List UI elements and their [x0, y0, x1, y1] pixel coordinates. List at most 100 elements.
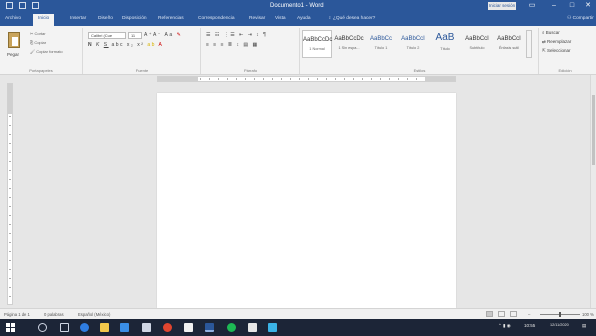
word-icon[interactable] — [205, 323, 214, 332]
zoom-out-icon[interactable]: – — [528, 312, 530, 317]
share-button[interactable]: ⚇ Compartir — [567, 16, 594, 21]
vertical-ruler-ticks — [9, 116, 11, 302]
chrome-icon[interactable] — [163, 323, 172, 332]
ruler-right-margin — [425, 77, 455, 81]
select-icon: ⇱ — [542, 48, 546, 53]
share-icon: ⚇ — [567, 16, 572, 21]
settings-icon[interactable] — [248, 323, 257, 332]
tab-vista[interactable]: Vista — [275, 16, 286, 21]
language-indicator[interactable]: Español (México) — [78, 312, 110, 317]
styles-more-button[interactable] — [526, 30, 532, 58]
zoom-slider-knob[interactable] — [559, 312, 561, 317]
style-title[interactable]: AaB Título — [430, 30, 460, 58]
web-layout-icon[interactable] — [510, 311, 517, 317]
tab-insertar[interactable]: Insertar — [70, 16, 86, 21]
page-count[interactable]: Página 1 de 1 — [4, 312, 30, 317]
copy-button[interactable]: ⎘ Copiar — [30, 40, 46, 45]
cut-button[interactable]: ✂ Cortar — [30, 31, 46, 36]
store-icon[interactable] — [120, 323, 129, 332]
font-family-select[interactable]: Calibri (Cue — [88, 32, 126, 39]
clock-time[interactable]: 10:55 — [524, 323, 535, 328]
style-heading-2[interactable]: AaBbCcI Título 2 — [398, 30, 428, 58]
undo-icon[interactable] — [19, 2, 26, 9]
vertical-ruler[interactable] — [7, 83, 13, 305]
paste-icon[interactable] — [8, 32, 20, 48]
tab-correspondencia[interactable]: Correspondencia — [198, 16, 235, 21]
style-heading-1[interactable]: AaBbCc Título 1 — [366, 30, 396, 58]
replace-icon: ⇄ — [542, 39, 546, 44]
windows-taskbar: ⌃ ▮ ◉ 10:55 12/11/2020 ▤ — [0, 319, 596, 336]
search-icon[interactable] — [38, 323, 47, 332]
spotify-icon[interactable] — [227, 323, 236, 332]
ruler-top-margin — [8, 84, 12, 114]
paste-label[interactable]: Pegar — [7, 52, 19, 57]
print-layout-icon[interactable] — [498, 311, 505, 317]
start-icon[interactable] — [6, 323, 15, 332]
paragraph-group-label: Párrafo — [243, 68, 258, 73]
font-group-label: Fuente — [135, 68, 149, 73]
horizontal-ruler[interactable] — [157, 76, 456, 82]
vertical-scrollbar[interactable] — [590, 75, 596, 308]
tab-diseno[interactable]: Diseño — [98, 16, 113, 21]
font-size-select[interactable]: 11 — [128, 32, 142, 39]
tab-referencias[interactable]: Referencias — [158, 16, 184, 21]
style-subtle-emphasis[interactable]: AaBbCcI Énfasis sutil — [494, 30, 524, 58]
font-group: Calibri (Cue 11 A⁺A⁻ Aa ✎ N K S abc x₂ x… — [84, 28, 201, 74]
word-count[interactable]: 0 palabras — [44, 312, 64, 317]
maximize-icon[interactable]: □ — [566, 1, 578, 11]
clipboard-group: Pegar ✂ Cortar ⎘ Copiar 🖌 Copiar formato… — [0, 28, 83, 74]
ribbon-tabs: Archivo Inicio Insertar Diseño Disposici… — [0, 13, 596, 26]
mail-icon[interactable] — [142, 323, 151, 332]
clock-date[interactable]: 12/11/2020 — [550, 323, 569, 327]
tab-disposicion[interactable]: Disposición — [122, 16, 147, 21]
status-bar: Página 1 de 1 0 palabras Español (México… — [0, 308, 596, 319]
find-button[interactable]: ⌕ Buscar — [542, 30, 560, 35]
styles-group-label: Estilos — [413, 68, 426, 73]
font-format-buttons[interactable]: N K S abc x₂ x² ab A — [88, 42, 163, 48]
redo-icon[interactable] — [32, 2, 39, 9]
editing-group-label: Edición — [558, 68, 572, 73]
read-mode-icon[interactable] — [486, 311, 493, 317]
ribbon-display-icon[interactable]: ▭ — [526, 1, 538, 11]
signin-button[interactable]: Iniciar sesión — [488, 2, 516, 10]
tab-revisar[interactable]: Revisar — [249, 16, 265, 21]
title-bar: Documento1 - Word Iniciar sesión ▭ – □ ✕ — [0, 0, 596, 13]
ruler-ticks — [200, 78, 423, 80]
tab-inicio[interactable]: Inicio — [33, 14, 55, 26]
style-subtitle[interactable]: AaBbCcI Subtítulo — [462, 30, 492, 58]
tell-me-search[interactable]: ♀ ¿Qué desea hacer? — [328, 16, 375, 21]
tray-icons[interactable]: ⌃ ▮ ◉ — [498, 323, 511, 329]
explorer-icon[interactable] — [100, 323, 109, 332]
search-icon: ⌕ — [542, 30, 545, 35]
styles-gallery: AaBbCcDc 1 Normal AaBbCcDc 1 Sin espa...… — [302, 30, 527, 58]
tab-archivo[interactable]: Archivo — [5, 16, 21, 21]
list-buttons[interactable]: ☰ ☷ ⋮☰ ⇤ ⇥ ↕ ¶ — [206, 32, 267, 38]
font-size-buttons[interactable]: A⁺A⁻ Aa ✎ — [144, 32, 182, 38]
replace-button[interactable]: ⇄ Reemplazar — [542, 39, 571, 45]
select-button[interactable]: ⇱ Seleccionar — [542, 48, 571, 54]
tab-ayuda[interactable]: Ayuda — [297, 16, 311, 21]
lightbulb-icon: ♀ — [328, 16, 332, 21]
document-title: Documento1 - Word — [270, 3, 324, 9]
zoom-level[interactable]: 100 % — [582, 312, 594, 317]
minimize-icon[interactable]: – — [548, 1, 560, 11]
document-page[interactable] — [157, 93, 456, 308]
quick-access-toolbar — [6, 2, 39, 9]
app-icon[interactable] — [268, 323, 277, 332]
close-icon[interactable]: ✕ — [582, 1, 594, 11]
notifications-icon[interactable]: ▤ — [582, 323, 586, 329]
save-icon[interactable] — [6, 2, 13, 9]
style-no-spacing[interactable]: AaBbCcDc 1 Sin espa... — [334, 30, 364, 58]
ribbon: Pegar ✂ Cortar ⎘ Copiar 🖌 Copiar formato… — [0, 26, 596, 75]
task-view-icon[interactable] — [60, 323, 69, 332]
paragraph-group: ☰ ☷ ⋮☰ ⇤ ⇥ ↕ ¶ ≡ ≡ ≡ ≣ ↕ ▤ ▦ Párrafo — [202, 28, 300, 74]
photos-icon[interactable] — [184, 323, 193, 332]
scrollbar-thumb[interactable] — [592, 95, 595, 165]
ruler-left-margin — [158, 77, 198, 81]
style-normal[interactable]: AaBbCcDc 1 Normal — [302, 30, 332, 58]
format-painter-button[interactable]: 🖌 Copiar formato — [30, 49, 63, 54]
align-buttons[interactable]: ≡ ≡ ≡ ≣ ↕ ▤ ▦ — [206, 42, 259, 48]
clipboard-group-label: Portapapeles — [29, 68, 53, 73]
edge-icon[interactable] — [80, 323, 89, 332]
zoom-slider[interactable] — [540, 312, 580, 317]
